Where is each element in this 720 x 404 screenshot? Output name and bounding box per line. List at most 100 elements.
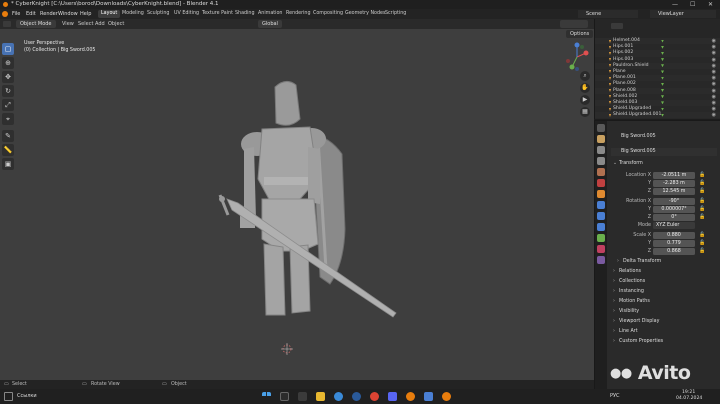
discord-icon[interactable] [388,392,397,401]
workspace-tab-texture-paint[interactable]: Texture Paint [199,10,236,18]
windows-start-icon[interactable] [262,392,271,397]
clock-time[interactable]: 19:21 [682,390,695,395]
rotation-mode-row: Mode XYZ Euler [611,222,717,229]
custom-properties-section[interactable]: Custom Properties [611,338,717,346]
rotation-z-field[interactable]: 0° [653,214,695,221]
modifiers-tab-icon[interactable] [597,201,605,209]
rotation-y-field[interactable]: 0.000007° [653,206,695,213]
lock-icon[interactable]: 🔓 [699,180,705,187]
workspace-tab-shading[interactable]: Shading [232,10,258,18]
workspace-tab-uv-editing[interactable]: UV Editing [171,10,202,18]
rotation-mode-dropdown[interactable]: XYZ Euler [653,222,695,229]
object-icon [609,113,611,117]
workspace-tab-rendering[interactable]: Rendering [283,10,314,18]
particles-tab-icon[interactable] [597,212,605,220]
workspace-tab-compositing[interactable]: Compositing [310,10,346,18]
modifier-icon [661,39,664,43]
workspace-tab-animation[interactable]: Animation [255,10,285,18]
viewport-display-section[interactable]: Viewport Display [611,318,717,326]
app-icon[interactable] [424,392,433,401]
knight-model[interactable] [0,19,594,380]
blender-taskbar-icon[interactable] [406,392,415,401]
scale-y-field[interactable]: 0.779 [653,240,695,247]
lock-icon[interactable]: 🔓 [699,240,705,247]
collections-section[interactable]: Collections [611,278,717,286]
outliner-panel[interactable]: Helmet.004 ◉ Hips.001 ◉ Hips.002 ◉ Hips.003… [594,19,720,119]
instancing-section[interactable]: Instancing [611,288,717,296]
texture-tab-icon[interactable] [597,256,605,264]
file-explorer-icon[interactable] [316,392,325,401]
transform-section-header[interactable]: Transform [611,160,717,168]
world-tab-icon[interactable] [597,179,605,187]
delta-transform-section[interactable]: Delta Transform [615,258,717,266]
lock-icon[interactable]: 🔓 [699,198,705,205]
maximize-button[interactable]: ☐ [690,0,695,9]
output-tab-icon[interactable] [597,146,605,154]
minimize-button[interactable]: — [672,0,678,9]
motion-paths-section[interactable]: Motion Paths [611,298,717,306]
filter-icon[interactable] [611,23,623,29]
menu-help[interactable]: Help [80,9,91,19]
object-icon [609,51,611,55]
blender-menu-icon[interactable] [2,11,8,17]
object-icon [609,64,611,68]
language-indicator[interactable]: РУС [610,393,620,399]
links-label[interactable]: Ссылки [17,393,37,399]
menu-window[interactable]: Window [58,9,78,19]
location-x-field[interactable]: -2.0511 m [653,172,695,179]
3d-viewport[interactable]: Object Mode View Select Add Object Globa… [0,19,594,380]
location-y-row: Y -2.283 m 🔓 [648,180,706,187]
chrome-icon[interactable] [370,392,379,401]
properties-panel[interactable]: Big Sword.005 Big Sword.005 Transform Lo… [594,120,720,390]
object-data-tab-icon[interactable] [597,234,605,242]
visibility-section[interactable]: Visibility [611,308,717,316]
task-view-icon[interactable] [298,392,307,401]
scene-selector[interactable]: Scene [578,10,638,18]
lock-icon[interactable]: 🔓 [699,188,705,195]
lock-icon[interactable]: 🔓 [699,206,705,213]
blender-taskbar-icon-2[interactable] [442,392,451,401]
rotation-x-field[interactable]: -90° [653,198,695,205]
object-tab-icon[interactable] [597,190,605,198]
relations-section[interactable]: Relations [611,268,717,276]
location-z-field[interactable]: 12.545 m [653,188,695,195]
lock-icon[interactable]: 🔓 [699,232,705,239]
lock-icon[interactable]: 🔓 [699,214,705,221]
workspace-tab-sculpting[interactable]: Sculpting [144,10,172,18]
render-tab-icon[interactable] [597,135,605,143]
steam-icon[interactable] [352,392,361,401]
scene-tab-icon[interactable] [597,168,605,176]
modifier-icon [661,82,664,86]
windows-taskbar: Ссылки РУС 19:21 04.07.2024 [0,389,720,404]
menu-file[interactable]: File [12,9,20,19]
close-button[interactable]: ✕ [708,0,713,9]
material-tab-icon[interactable] [597,245,605,253]
workspace-tab-modeling[interactable]: Modeling [119,10,147,18]
view-layer-selector[interactable]: ViewLayer [650,10,716,18]
search-icon[interactable] [280,392,289,401]
menu-edit[interactable]: Edit [26,9,36,19]
tool-tab-icon[interactable] [597,124,605,132]
lock-icon[interactable]: 🔓 [699,172,705,179]
status-object: Object [171,382,187,387]
object-icon [609,58,611,62]
outliner-item[interactable]: Shield.Upgraded.001 ◉ [595,112,720,119]
visibility-eye-icon[interactable]: ◉ [712,112,716,118]
physics-tab-icon[interactable] [597,223,605,231]
object-name-field[interactable]: Big Sword.005 [611,148,717,156]
line-art-section[interactable]: Line Art [611,328,717,336]
scale-z-field[interactable]: 0.868 [653,248,695,255]
menu-render[interactable]: Render [40,9,58,19]
scale-x-field[interactable]: 0.880 [653,232,695,239]
location-y-field[interactable]: -2.283 m [653,180,695,187]
lock-icon[interactable]: 🔓 [699,248,705,255]
view-layer-tab-icon[interactable] [597,157,605,165]
edge-icon[interactable] [334,392,343,401]
object-icon [609,89,611,92]
workspace-tab-layout[interactable]: Layout [98,10,121,18]
object-icon [609,101,611,105]
links-icon[interactable] [4,392,13,401]
workspace-tab-scripting[interactable]: Scripting [382,10,409,18]
scale-x-row: Scale X 0.880 🔓 [633,232,706,239]
clock-date[interactable]: 04.07.2024 [676,396,702,401]
